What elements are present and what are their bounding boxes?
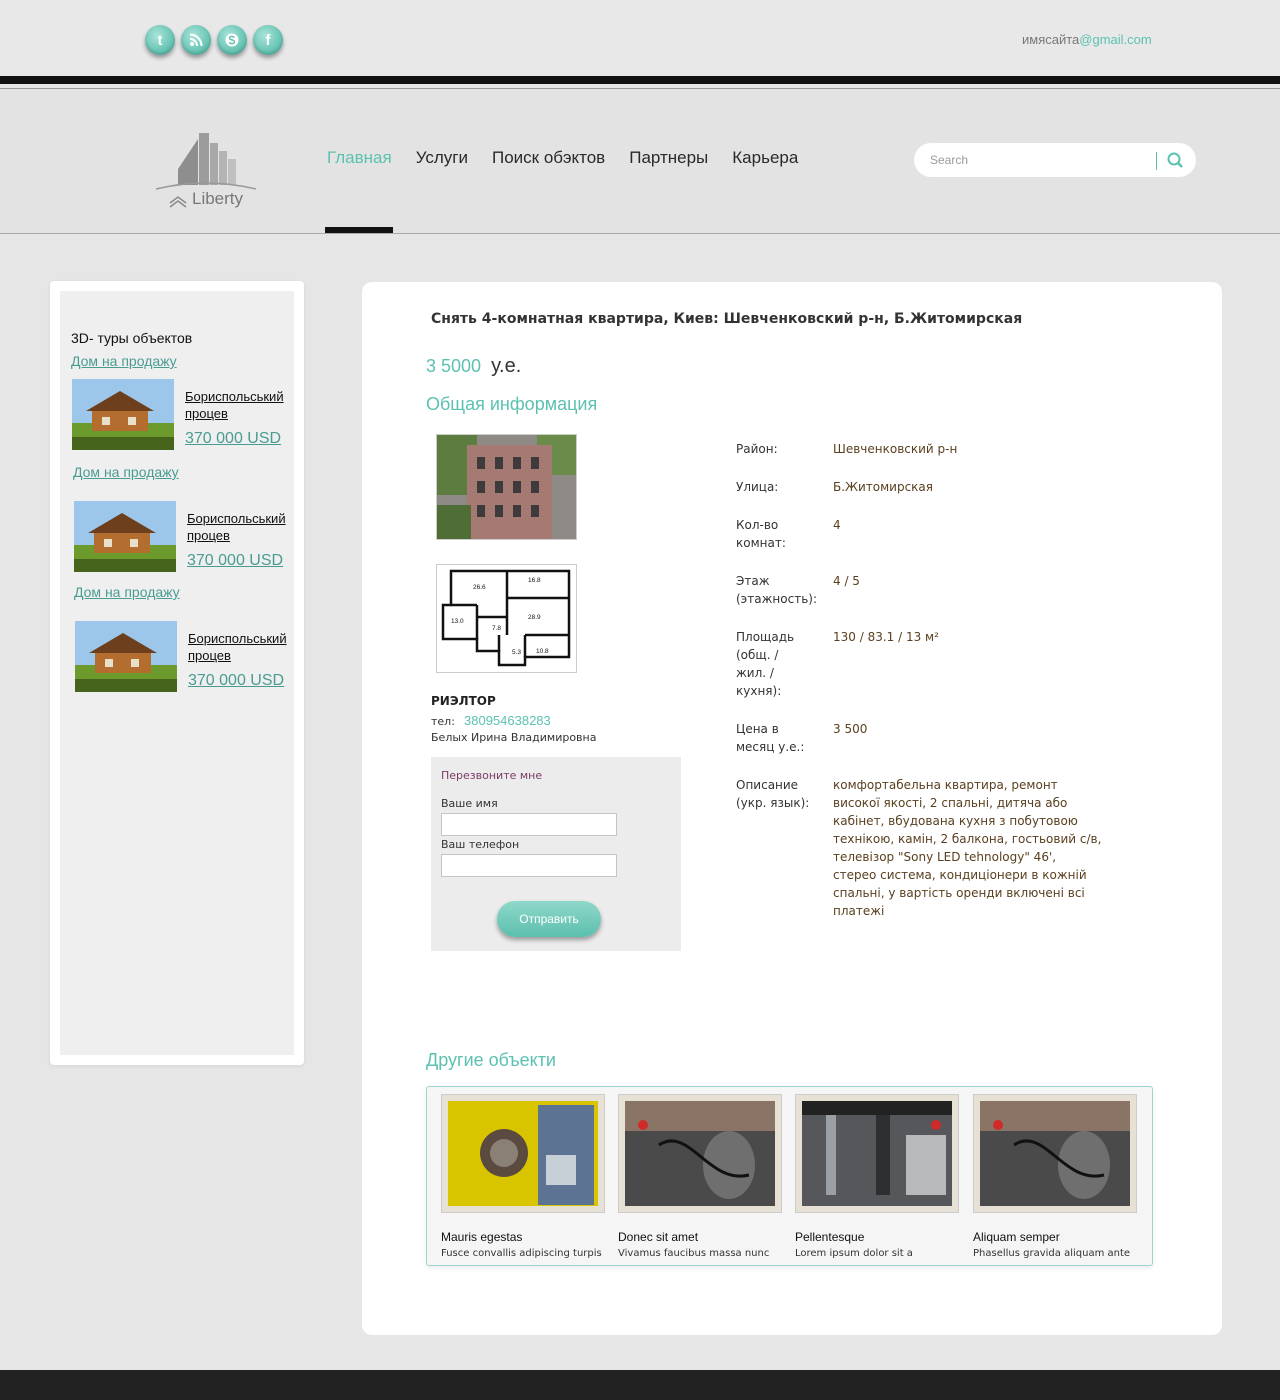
footer-bar: [0, 1370, 1280, 1400]
room-area-label: 10.8: [536, 648, 549, 655]
house-thumbnail[interactable]: [72, 379, 174, 450]
realtor-phone[interactable]: 380954638283: [464, 713, 551, 728]
search-icon[interactable]: [1164, 149, 1186, 171]
detail-label: Район:: [736, 442, 778, 456]
object-title: Mauris egestas: [441, 1230, 523, 1244]
detail-value: 3 500: [833, 722, 868, 736]
room-area-label: 13.0: [451, 618, 464, 625]
nav-item-services[interactable]: Услуги: [416, 148, 468, 168]
object-description: Vivamus faucibus massa nunc: [618, 1248, 770, 1259]
contact-email[interactable]: имясайта@gmail.com: [1022, 32, 1152, 47]
sidebar-item-price[interactable]: 370 000 USD: [185, 430, 281, 448]
object-image[interactable]: [795, 1094, 959, 1213]
object-title: Aliquam semper: [973, 1230, 1060, 1244]
nav-item-search-objects[interactable]: Поиск обэктов: [492, 148, 605, 168]
callback-title: Перезвоните мне: [441, 769, 543, 782]
detail-label: Этаж (этажность):: [736, 574, 817, 606]
object-image[interactable]: [973, 1094, 1137, 1213]
phone-field[interactable]: [441, 854, 617, 877]
floor-plan[interactable]: 26.6 16.8 28.9 13.0 7.8 5.3 10.8: [436, 564, 577, 673]
nav-item-career[interactable]: Карьера: [732, 148, 798, 168]
sidebar: 3D- туры объектов Дом на продажу Бориспо…: [50, 281, 304, 1065]
room-area-label: 5.3: [512, 649, 521, 656]
listing-title: Снять 4-комнатная квартира, Киев: Шевчен…: [431, 311, 1023, 327]
active-nav-indicator: [325, 227, 393, 233]
detail-value: 4: [833, 518, 841, 532]
site-header: Liberty Главная Услуги Поиск обэктов Пар…: [0, 89, 1280, 234]
building-photo[interactable]: [436, 434, 577, 540]
logo-text[interactable]: Liberty: [192, 189, 243, 209]
search-box: [914, 143, 1196, 177]
sidebar-panel: 3D- туры объектов Дом на продажу Бориспо…: [60, 291, 294, 1055]
detail-label: Описание (укр. язык):: [736, 778, 810, 810]
other-objects-heading: Другие объекти: [426, 1050, 556, 1070]
detail-value: Б.Житомирская: [833, 480, 933, 494]
detail-value: Шевченковский р-н: [833, 442, 958, 456]
detail-label: Улица:: [736, 480, 779, 494]
social-links: t f: [145, 25, 283, 55]
detail-label: Площадь (общ. / жил. / кухня):: [736, 630, 795, 698]
main-nav: Главная Услуги Поиск обэктов Партнеры Ка…: [327, 148, 822, 168]
name-field[interactable]: [441, 813, 617, 836]
other-objects-carousel: Mauris egestas Fusce convallis adipiscin…: [426, 1086, 1153, 1266]
detail-label: Кол-во комнат:: [736, 518, 786, 550]
house-thumbnail[interactable]: [74, 501, 176, 572]
phone-field-label: Ваш телефон: [441, 838, 520, 851]
sidebar-link-house-for-sale[interactable]: Дом на продажу: [74, 584, 180, 600]
room-area-label: 16.8: [528, 577, 541, 584]
price-unit: у.е.: [491, 355, 522, 377]
sidebar-item-price[interactable]: 370 000 USD: [187, 552, 283, 570]
twitter-icon[interactable]: t: [145, 25, 175, 55]
detail-value: комфортабельна квартира, ремонт високої …: [833, 778, 1102, 918]
sidebar-link-house-for-sale[interactable]: Дом на продажу: [73, 464, 179, 480]
email-domain: @gmail.com: [1079, 32, 1152, 47]
top-bar: t f имясайта@gmail.com: [0, 0, 1280, 76]
rss-icon[interactable]: [181, 25, 211, 55]
listing-panel: Снять 4-комнатная квартира, Киев: Шевчен…: [362, 282, 1222, 1335]
object-image[interactable]: [441, 1094, 605, 1213]
facebook-icon[interactable]: f: [253, 25, 283, 55]
sidebar-item-name[interactable]: Бориспольський процев: [188, 630, 292, 664]
realtor-heading: РИЭЛТОР: [431, 694, 496, 708]
nav-item-home[interactable]: Главная: [327, 148, 392, 168]
sidebar-title: 3D- туры объектов: [71, 330, 193, 346]
name-label: Ваше имя: [441, 797, 498, 810]
general-info-heading: Общая информация: [426, 394, 598, 414]
listing-price: 3 5000 у.е.: [426, 355, 521, 378]
nav-item-partners[interactable]: Партнеры: [629, 148, 708, 168]
object-title: Pellentesque: [795, 1230, 865, 1244]
price-value: 3 5000: [426, 356, 482, 376]
detail-value: 130 / 83.1 / 13 м²: [833, 630, 939, 644]
room-area-label: 28.9: [528, 614, 541, 621]
phone-label: тел:: [431, 715, 455, 728]
detail-value: 4 / 5: [833, 574, 860, 588]
object-image[interactable]: [618, 1094, 782, 1213]
house-thumbnail[interactable]: [75, 621, 177, 692]
object-description: Fusce convallis adipiscing turpis: [441, 1248, 602, 1259]
room-area-label: 7.8: [492, 625, 501, 632]
sidebar-item-name[interactable]: Бориспольський процев: [185, 388, 289, 422]
object-description: Lorem ipsum dolor sit a: [795, 1248, 913, 1259]
realtor-name: Белых Ирина Владимировна: [431, 731, 597, 744]
room-area-label: 26.6: [473, 584, 486, 591]
submit-button[interactable]: Отправить: [497, 901, 601, 937]
sidebar-link-house-for-sale[interactable]: Дом на продажу: [71, 353, 177, 369]
callback-form: Перезвоните мне Ваше имя Ваш телефон Отп…: [431, 757, 681, 951]
object-description: Phasellus gravida aliquam ante: [973, 1248, 1131, 1259]
sidebar-item-price[interactable]: 370 000 USD: [188, 672, 284, 690]
skype-icon[interactable]: [217, 25, 247, 55]
search-separator: [1156, 152, 1157, 170]
sidebar-item-name[interactable]: Бориспольський процев: [187, 510, 291, 544]
object-title: Donec sit amet: [618, 1230, 699, 1244]
divider: [0, 76, 1280, 84]
detail-label: Цена в месяц у.е.:: [736, 722, 805, 754]
email-user: имясайта: [1022, 32, 1080, 47]
search-input[interactable]: [930, 151, 1140, 169]
